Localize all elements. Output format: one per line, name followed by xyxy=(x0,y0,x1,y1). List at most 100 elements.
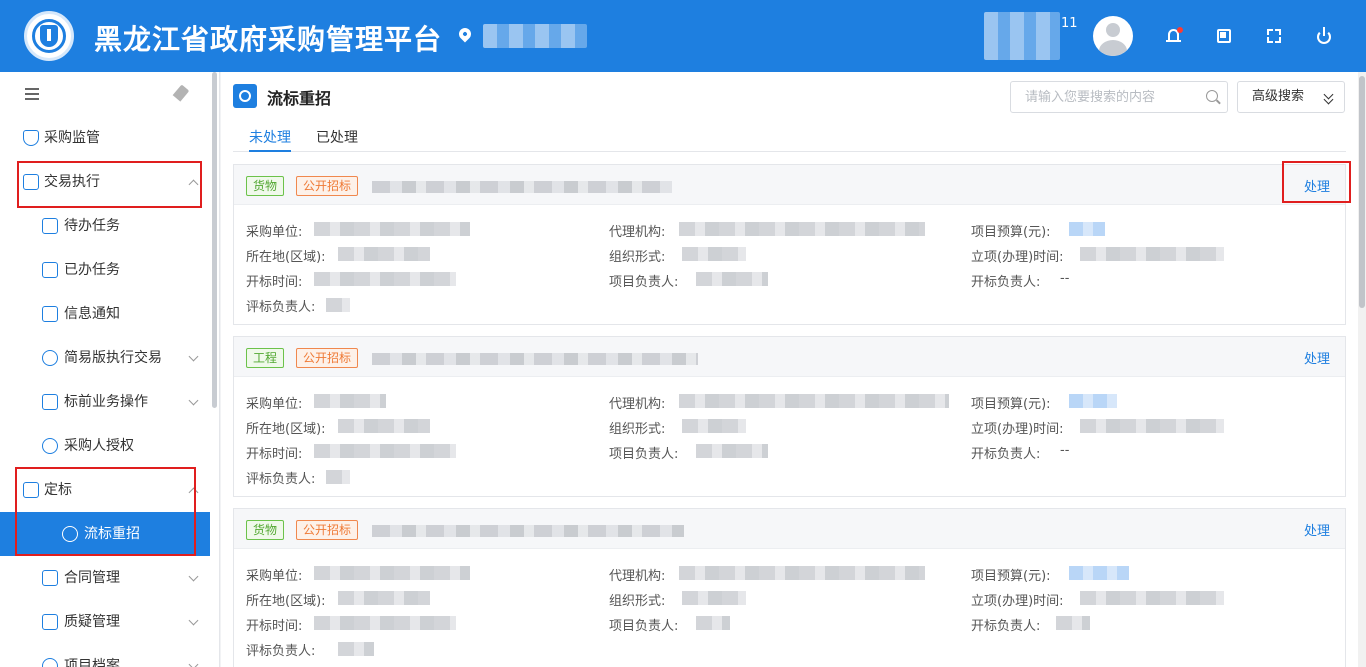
agency-label: 代理机构: xyxy=(609,397,666,412)
double-chevron-down-icon xyxy=(1324,91,1334,103)
type-tag: 工程 xyxy=(246,348,285,368)
chevron-down-icon xyxy=(188,659,199,667)
method-tag: 公开招标 xyxy=(296,520,359,540)
approval-time-value xyxy=(1080,591,1224,605)
opening-time-label: 开标时间: xyxy=(246,619,303,634)
eval-lead-value xyxy=(338,642,374,656)
bell-icon[interactable] xyxy=(1164,26,1184,46)
search-icon[interactable] xyxy=(1206,90,1218,102)
pin-icon[interactable] xyxy=(172,84,190,102)
play-circle-icon xyxy=(233,84,257,108)
sidebar-item-done-tasks[interactable]: 已办任务 xyxy=(0,248,210,292)
main-scrollbar[interactable] xyxy=(1358,72,1366,667)
agency-value xyxy=(679,566,925,580)
sidebar-item-procurement-supervision[interactable]: 采购监管 xyxy=(0,116,210,160)
sidebar-item-label: 流标重招 xyxy=(84,526,140,542)
region-label: 所在地(区域): xyxy=(246,250,326,265)
search-input[interactable] xyxy=(1011,82,1195,112)
eval-lead-label: 评标负责人: xyxy=(246,472,316,487)
opening-time-value xyxy=(314,616,456,630)
org-form-value xyxy=(682,591,746,605)
slash-circle-icon xyxy=(42,350,58,366)
budget-label: 项目预算(元): xyxy=(971,225,1051,240)
agency-label: 代理机构: xyxy=(609,569,666,584)
eval-lead-label: 评标负责人: xyxy=(246,644,316,659)
sidebar-item-award[interactable]: 定标 xyxy=(0,468,210,512)
sidebar-item-simple-execution[interactable]: 简易版执行交易 xyxy=(0,336,210,380)
sidebar-item-challenge-management[interactable]: 质疑管理 xyxy=(0,600,210,644)
project-lead-label: 项目负责人: xyxy=(609,275,679,290)
sidebar-item-label: 标前业务操作 xyxy=(64,394,148,410)
opening-lead-label: 开标负责人: xyxy=(971,447,1041,462)
sidebar-item-pre-bid-operations[interactable]: 标前业务操作 xyxy=(0,380,210,424)
sidebar-scrollbar[interactable] xyxy=(212,72,217,408)
sidebar-item-project-archive[interactable]: 项目档案 xyxy=(0,644,210,667)
approval-time-label: 立项(办理)时间: xyxy=(971,594,1064,609)
record-card-header: 工程 公开招标 处理 xyxy=(234,337,1345,377)
sidebar-item-label: 项目档案 xyxy=(64,658,120,667)
cart-icon xyxy=(42,614,58,630)
advanced-search-label: 高级搜索 xyxy=(1252,89,1305,104)
project-lead-value xyxy=(696,616,730,630)
project-name xyxy=(372,525,684,537)
type-tag: 货物 xyxy=(246,520,285,540)
handle-link[interactable]: 处理 xyxy=(1304,348,1330,367)
tab-processed[interactable]: 已处理 xyxy=(316,127,358,152)
sidebar-item-failed-bid-retender[interactable]: 流标重招 xyxy=(0,512,210,556)
sidebar-item-label: 采购人授权 xyxy=(64,438,134,454)
sidebar-item-label: 质疑管理 xyxy=(64,614,120,630)
sidebar-item-label: 已办任务 xyxy=(64,262,120,278)
purchaser-value xyxy=(314,394,386,408)
record-card: 货物 公开招标 处理 采购单位: 代理机构: 项目预算(元): 所在地(区域):… xyxy=(233,508,1346,667)
handle-link[interactable]: 处理 xyxy=(1304,176,1330,195)
region-selector[interactable] xyxy=(483,24,587,48)
top-bar: 黑龙江省政府采购管理平台 11 xyxy=(0,0,1366,72)
project-lead-value xyxy=(696,272,768,286)
avatar[interactable] xyxy=(1093,16,1133,56)
sidebar-item-purchaser-authorization[interactable]: 采购人授权 xyxy=(0,424,210,468)
region-value xyxy=(338,247,430,261)
chevron-up-icon xyxy=(188,179,199,190)
record-card-header: 货物 公开招标 处理 xyxy=(234,509,1345,549)
method-tag: 公开招标 xyxy=(296,348,359,368)
sidebar-item-transaction-execution[interactable]: 交易执行 xyxy=(0,160,210,204)
record-card: 货物 公开招标 处理 采购单位: 代理机构: 项目预算(元): 所在地(区域):… xyxy=(233,164,1346,325)
fullscreen-icon[interactable] xyxy=(1264,26,1284,46)
new-window-icon[interactable] xyxy=(1214,26,1234,46)
opening-time-label: 开标时间: xyxy=(246,275,303,290)
project-lead-label: 项目负责人: xyxy=(609,619,679,634)
sidebar-item-notifications[interactable]: 信息通知 xyxy=(0,292,210,336)
approval-time-label: 立项(办理)时间: xyxy=(971,422,1064,437)
tab-unprocessed[interactable]: 未处理 xyxy=(249,127,291,152)
scrollbar-thumb[interactable] xyxy=(1359,76,1365,308)
task-doc-icon xyxy=(42,262,58,278)
budget-value xyxy=(1069,566,1129,580)
eval-lead-value xyxy=(326,298,350,312)
project-name xyxy=(372,181,672,193)
sidebar-item-contract-management[interactable]: 合同管理 xyxy=(0,556,210,600)
sidebar: 采购监管 交易执行 待办任务 已办任务 信息通知 简易版执行交易 标前业务操作 … xyxy=(0,72,220,667)
opening-lead-label: 开标负责人: xyxy=(971,275,1041,290)
org-form-value xyxy=(682,247,746,261)
handle-link[interactable]: 处理 xyxy=(1304,520,1330,539)
tab-bar: 未处理 已处理 xyxy=(233,122,1346,152)
approval-time-value xyxy=(1080,419,1224,433)
opening-lead-value: -- xyxy=(1060,443,1070,458)
project-lead-value xyxy=(696,444,768,458)
app-title: 黑龙江省政府采购管理平台 xyxy=(94,23,443,56)
record-card: 工程 公开招标 处理 采购单位: 代理机构: 项目预算(元): 所在地(区域):… xyxy=(233,336,1346,497)
agency-value xyxy=(679,222,925,236)
power-icon[interactable] xyxy=(1314,26,1334,46)
project-lead-label: 项目负责人: xyxy=(609,447,679,462)
location-pin-icon[interactable] xyxy=(456,25,474,43)
sidebar-item-label: 简易版执行交易 xyxy=(64,350,162,366)
approval-time-label: 立项(办理)时间: xyxy=(971,250,1064,265)
advanced-search-button[interactable]: 高级搜索 xyxy=(1237,81,1345,113)
purchaser-value xyxy=(314,566,470,580)
hamburger-menu-icon[interactable] xyxy=(25,88,39,100)
region-label: 所在地(区域): xyxy=(246,594,326,609)
sidebar-item-label: 采购监管 xyxy=(44,130,100,146)
task-doc-icon xyxy=(42,218,58,234)
sidebar-item-pending-tasks[interactable]: 待办任务 xyxy=(0,204,210,248)
budget-label: 项目预算(元): xyxy=(971,569,1051,584)
